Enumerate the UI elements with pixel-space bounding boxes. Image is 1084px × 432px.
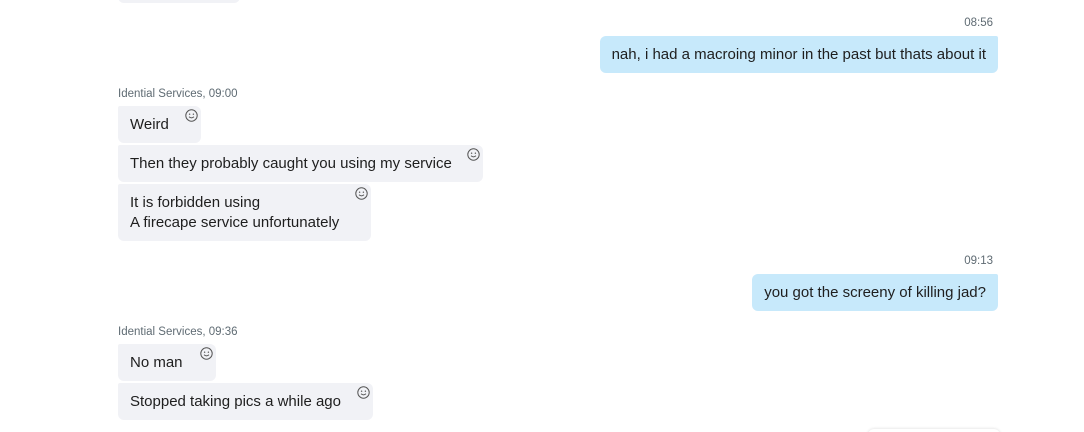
smiley-reaction-icon[interactable] [200, 347, 213, 360]
smiley-reaction-icon[interactable] [467, 148, 480, 161]
smiley-reaction-icon[interactable] [355, 187, 368, 200]
incoming-message-bubble[interactable]: It is forbidden using A firecape service… [118, 184, 371, 241]
sender-name-timestamp: Idential Services, 09:00 [118, 88, 238, 100]
message-timestamp: 09:13 [964, 255, 993, 267]
chat-conversation: 08:56 nah, i had a macroing minor in the… [0, 0, 1084, 432]
sender-name-timestamp: Idential Services, 09:36 [118, 326, 238, 338]
message-timestamp: 08:56 [964, 17, 993, 29]
message-bubble-partial[interactable] [118, 0, 240, 3]
outgoing-message-bubble[interactable]: you got the screeny of killing jad? [752, 274, 998, 311]
message-line: It is forbidden using [130, 194, 261, 211]
incoming-message-bubble[interactable]: Then they probably caught you using my s… [118, 145, 483, 182]
outgoing-message-bubble[interactable]: nah, i had a macroing minor in the past … [599, 36, 998, 73]
smiley-reaction-icon[interactable] [357, 386, 370, 399]
incoming-message-bubble[interactable]: Stopped taking pics a while ago [118, 383, 373, 420]
smiley-reaction-icon[interactable] [185, 109, 198, 122]
message-line: A firecape service unfortunately [130, 214, 340, 231]
